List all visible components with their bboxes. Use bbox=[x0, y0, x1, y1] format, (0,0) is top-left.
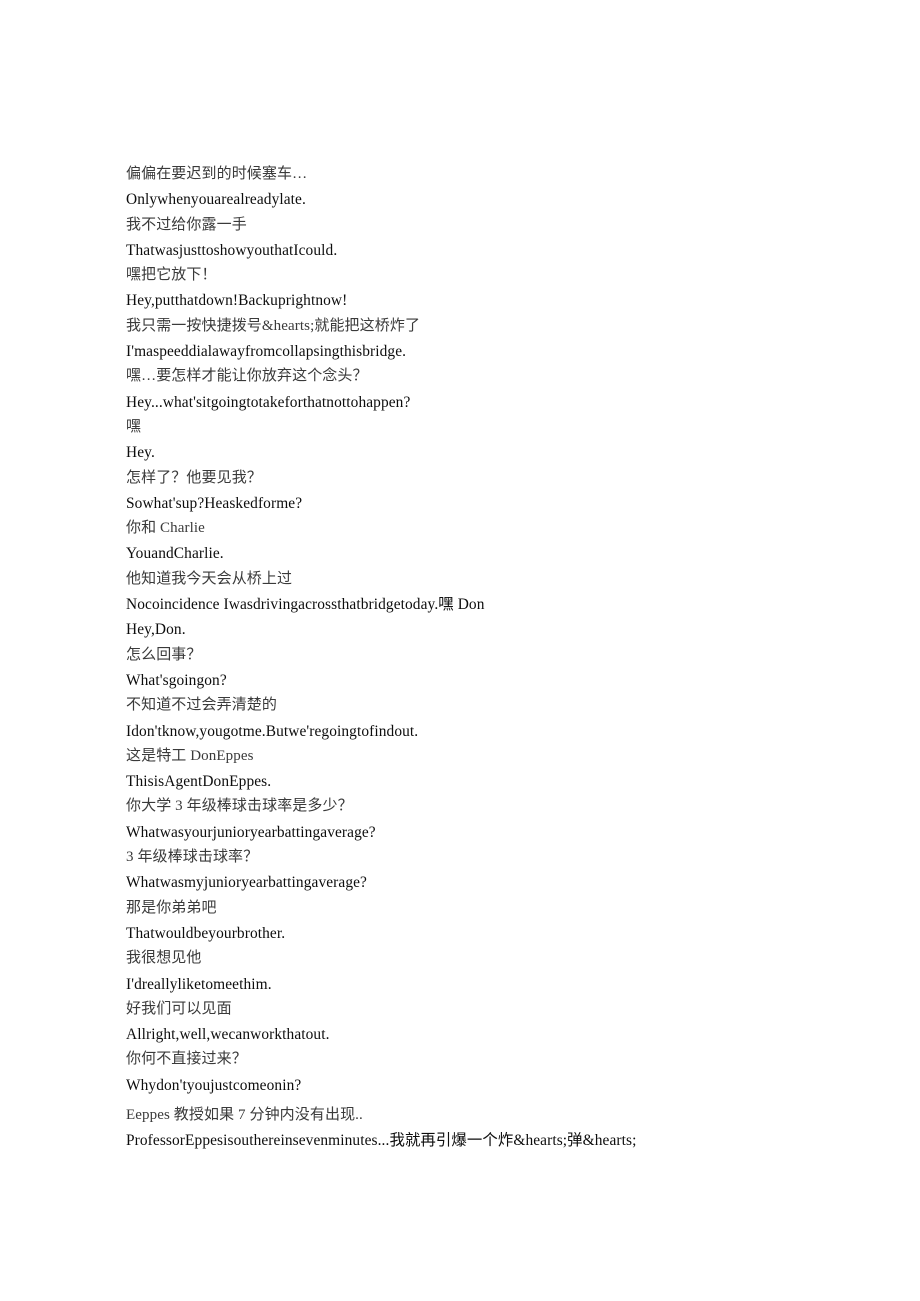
subtitle-line-english: ThatwasjusttoshowyouthatIcould. bbox=[126, 241, 338, 259]
subtitle-line-english: Allright,well,wecanworkthatout. bbox=[126, 1026, 330, 1044]
subtitle-line-chinese: 3 年级棒球击球率？ bbox=[126, 849, 259, 866]
subtitle-line-chinese: 你和 Charlie bbox=[126, 520, 205, 537]
subtitle-line-english: Onlywhenyouarealreadylate. bbox=[126, 191, 306, 209]
subtitle-transcript: 偏偏在要迟到的时候塞车… Onlywhenyouarealreadylate. 我不… bbox=[126, 162, 886, 1154]
subtitle-line-english: YouandCharlie. bbox=[126, 545, 224, 563]
subtitle-line-english: Hey. bbox=[126, 444, 155, 462]
document-page: 偏偏在要迟到的时候塞车… Onlywhenyouarealreadylate. 我不… bbox=[0, 0, 920, 1301]
subtitle-line-chinese: 那是你弟弟吧 bbox=[126, 899, 217, 916]
subtitle-line-chinese: 我只需一按快捷拨号&hearts;就能把这桥炸了 bbox=[126, 317, 421, 334]
subtitle-line-english: I'dreallyliketomeethim. bbox=[126, 975, 272, 993]
subtitle-line-english: Whatwasmyjunioryearbattingaverage? bbox=[126, 874, 367, 892]
subtitle-line-english: I'maspeeddialawayfromcollapsingthisbridg… bbox=[126, 343, 407, 361]
subtitle-line-chinese: 怎么回事？ bbox=[126, 646, 202, 663]
subtitle-line-chinese: 你大学 3 年级棒球击球率是多少？ bbox=[126, 798, 353, 815]
subtitle-line-chinese: 他知道我今天会从桥上过 bbox=[126, 570, 293, 587]
subtitle-line-english: Hey,Don. bbox=[126, 621, 186, 639]
subtitle-line-english: What'sgoingon? bbox=[126, 671, 227, 689]
subtitle-line-chinese: 好我们可以见面 bbox=[126, 1000, 232, 1017]
subtitle-line-english: Idon'tknow,yougotme.Butwe'regoingtofindo… bbox=[126, 722, 419, 740]
subtitle-line-chinese: 我很想见他 bbox=[126, 950, 202, 967]
subtitle-line-chinese: Eeppes 教授如果 7 分钟内没有出现.. bbox=[126, 1106, 363, 1123]
subtitle-line-english: Thatwouldbeyourbrother. bbox=[126, 924, 286, 942]
subtitle-line-chinese: 怎样了？他要见我？ bbox=[126, 469, 262, 486]
subtitle-line-chinese: 嘿 bbox=[126, 418, 142, 435]
subtitle-line-english: Whatwasyourjunioryearbattingaverage? bbox=[126, 823, 376, 841]
subtitle-line-english: ThisisAgentDonEppes. bbox=[126, 773, 272, 791]
subtitle-line-english: Hey,putthatdown!Backuprightnow! bbox=[126, 292, 348, 310]
subtitle-line-chinese: 不知道不过会弄清楚的 bbox=[126, 697, 278, 714]
subtitle-line-chinese: 嘿把它放下！ bbox=[126, 267, 217, 284]
subtitle-line-english: Sowhat'sup?Heaskedforme? bbox=[126, 494, 303, 512]
subtitle-line-chinese: 偏偏在要迟到的时候塞车… bbox=[126, 166, 308, 182]
subtitle-line-chinese: 嘿…要怎样才能让你放弃这个念头？ bbox=[126, 368, 368, 385]
subtitle-line-english: ProfessorEppesisouthereinsevenminutes...… bbox=[126, 1132, 637, 1150]
subtitle-line-chinese: 你何不直接过来？ bbox=[126, 1051, 247, 1068]
subtitle-line-chinese: 我不过给你露一手 bbox=[126, 216, 247, 233]
subtitle-line-chinese: 这是特工 DonEppes bbox=[126, 747, 254, 764]
subtitle-line-english: Nocoincidence Iwasdrivingacrossthatbridg… bbox=[126, 596, 485, 614]
subtitle-line-english: Hey...what'sitgoingtotakeforthatnottohap… bbox=[126, 393, 411, 411]
subtitle-line-english: Whydon'tyoujustcomeonin? bbox=[126, 1076, 302, 1094]
